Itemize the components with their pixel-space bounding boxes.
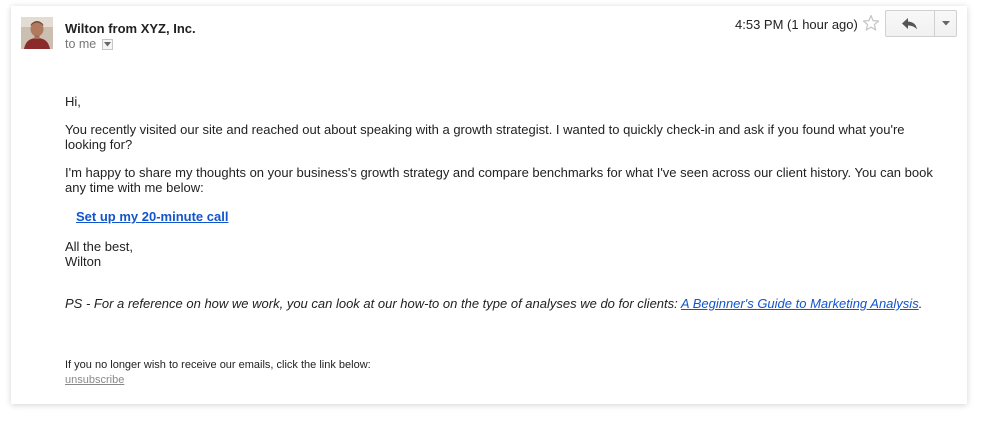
reply-icon bbox=[902, 17, 917, 29]
unsubscribe-notice: If you no longer wish to receive our ema… bbox=[65, 359, 371, 371]
body-paragraph: You recently visited our site and reache… bbox=[65, 122, 905, 152]
ps-end: . bbox=[918, 296, 923, 311]
more-actions-button[interactable] bbox=[935, 10, 957, 37]
ps-text: PS - For a reference on how we work, you… bbox=[65, 296, 681, 311]
message-timestamp: 4:53 PM (1 hour ago) bbox=[735, 17, 858, 32]
email-footer: If you no longer wish to receive our ema… bbox=[65, 358, 371, 388]
book-call-link[interactable]: Set up my 20-minute call bbox=[76, 209, 228, 224]
star-button[interactable] bbox=[862, 14, 880, 32]
recipient-label: to me bbox=[65, 37, 97, 51]
chevron-down-icon bbox=[104, 41, 112, 46]
unsubscribe-link[interactable]: unsubscribe bbox=[65, 374, 124, 386]
recipient-row: to me bbox=[65, 37, 114, 51]
greeting: Hi, bbox=[65, 94, 81, 109]
reply-button[interactable] bbox=[885, 10, 935, 37]
signoff: All the best, bbox=[65, 239, 133, 254]
email-card: Wilton from XYZ, Inc. to me 4:53 PM (1 h… bbox=[11, 6, 967, 404]
sender-name[interactable]: Wilton from XYZ, Inc. bbox=[65, 21, 196, 36]
body-paragraph: I'm happy to share my thoughts on your b… bbox=[65, 165, 933, 195]
sender-avatar[interactable] bbox=[21, 17, 53, 49]
guide-link[interactable]: A Beginner's Guide to Marketing Analysis bbox=[681, 296, 919, 311]
signature-block: All the best, Wilton bbox=[65, 239, 133, 269]
chevron-down-icon bbox=[941, 21, 950, 26]
signature-name: Wilton bbox=[65, 254, 102, 269]
avatar-photo-icon bbox=[21, 17, 53, 49]
postscript: PS - For a reference on how we work, you… bbox=[65, 296, 922, 311]
star-icon bbox=[862, 14, 880, 31]
recipient-details-dropdown[interactable] bbox=[102, 38, 114, 50]
reply-button-group bbox=[885, 10, 957, 38]
